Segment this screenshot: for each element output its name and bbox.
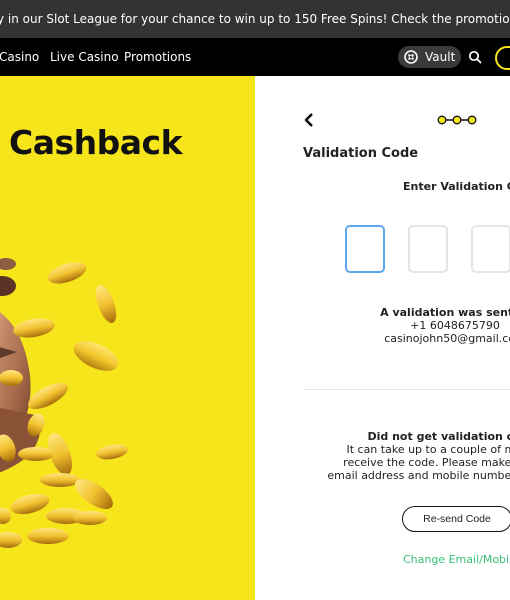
validation-panel: Validation Code Enter Validation Code A … [255,76,510,600]
top-nav: Casino Live Casino Promotions Vault [0,38,510,76]
resend-code-button[interactable]: Re-send Code [402,506,510,532]
code-input-1[interactable] [345,225,385,273]
login-button[interactable] [495,46,510,70]
sent-phone: +1 6048675790 [410,319,500,332]
help-line-2: receive the code. Please make sure your [343,456,510,469]
search-icon[interactable] [468,50,482,64]
code-input-3[interactable] [471,225,510,273]
sent-email: casinojohn50@gmail.com [384,332,510,345]
coin-bag-illustration [0,258,128,548]
change-email-mobile-link[interactable]: Change Email/Mobile [403,553,510,566]
code-input-2[interactable] [408,225,448,273]
vault-label: Vault [425,50,456,64]
help-line-3: email address and mobile number are corr… [327,469,510,482]
panel-title: Validation Code [303,146,419,161]
sent-info: A validation was sent to +1 6048675790 c… [335,306,510,345]
back-chevron-icon[interactable] [303,112,315,128]
sent-heading: A validation was sent to [380,306,510,319]
help-heading: Did not get validation code? [367,430,510,443]
promo-banner-text: y in our Slot League for your chance to … [0,12,510,26]
promo-hero: Cashback [0,76,255,600]
promo-banner: y in our Slot League for your chance to … [0,0,510,38]
divider [304,389,510,390]
progress-steps-icon [437,115,477,125]
help-info: Did not get validation code? It can take… [315,430,510,482]
vault-icon [404,50,418,64]
nav-item-live-casino[interactable]: Live Casino [50,38,119,76]
nav-item-casino[interactable]: Casino [0,38,39,76]
nav-item-promotions[interactable]: Promotions [124,38,191,76]
vault-button[interactable]: Vault [398,46,461,68]
enter-code-label: Enter Validation Code [403,180,510,193]
help-line-1: It can take up to a couple of minutes to [346,443,510,456]
